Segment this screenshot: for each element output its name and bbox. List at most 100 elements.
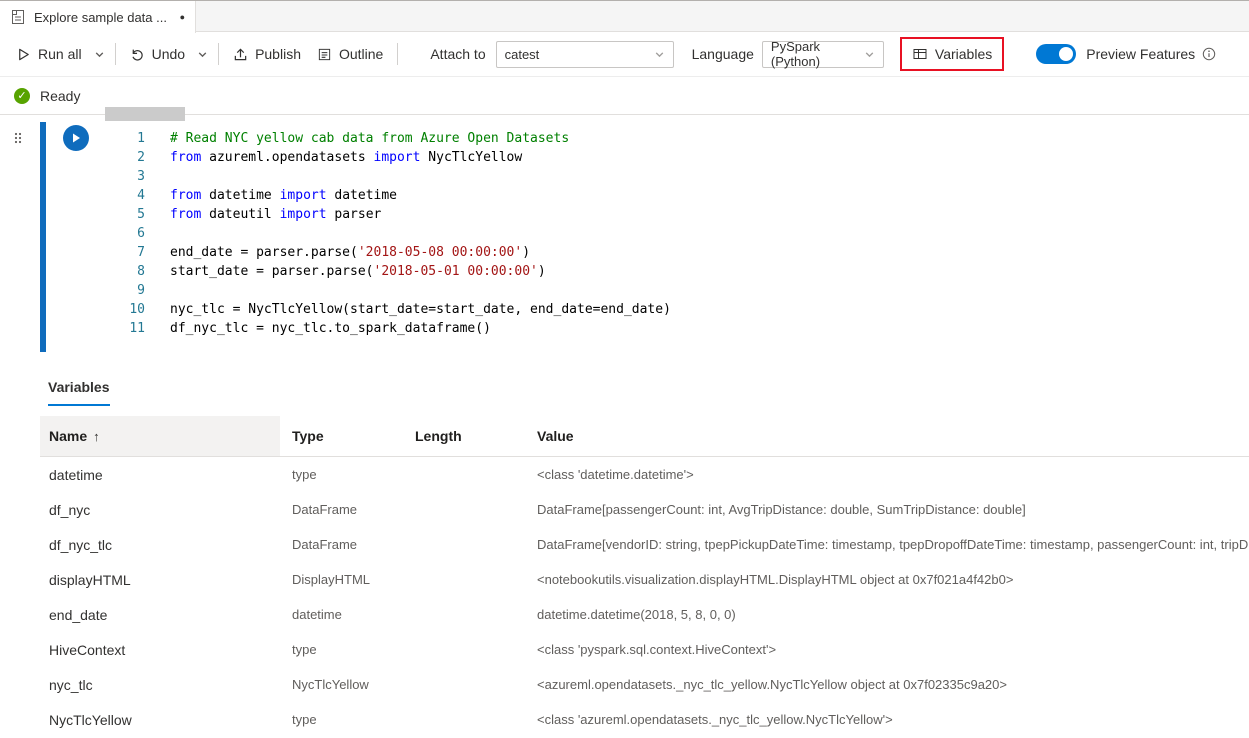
line-number: 9 xyxy=(46,281,170,300)
cell-type: type xyxy=(280,642,403,657)
toolbar-divider xyxy=(115,43,116,65)
tab-title: Explore sample data ... xyxy=(34,10,172,25)
cell-name: nyc_tlc xyxy=(40,677,280,693)
status-bar: ✓ Ready xyxy=(0,77,1249,115)
publish-icon xyxy=(233,47,248,62)
unsaved-changes-dot: ● xyxy=(180,13,185,22)
chevron-down-icon xyxy=(654,49,665,60)
code-lines[interactable]: 1# Read NYC yellow cab data from Azure O… xyxy=(46,122,1249,338)
code-line[interactable]: 10nyc_tlc = NycTlcYellow(start_date=star… xyxy=(46,300,1249,319)
run-cell-button[interactable] xyxy=(63,125,89,151)
code-cell[interactable]: 1# Read NYC yellow cab data from Azure O… xyxy=(0,122,1249,353)
chevron-down-icon xyxy=(864,49,875,60)
code-line[interactable]: 1# Read NYC yellow cab data from Azure O… xyxy=(46,129,1249,148)
cell-value: DataFrame[vendorID: string, tpepPickupDa… xyxy=(525,537,1249,552)
notebook-icon xyxy=(10,9,26,25)
code-line[interactable]: 2from azureml.opendatasets import NycTlc… xyxy=(46,148,1249,167)
code-text: start_date = parser.parse('2018-05-01 00… xyxy=(170,262,546,281)
table-row[interactable]: df_nycDataFrameDataFrame[passengerCount:… xyxy=(40,492,1249,527)
column-header-value[interactable]: Value xyxy=(525,416,1249,456)
code-line[interactable]: 11df_nyc_tlc = nyc_tlc.to_spark_datafram… xyxy=(46,319,1249,338)
attach-to-value: catest xyxy=(505,47,540,62)
variables-table-body: datetimetype<class 'datetime.datetime'>d… xyxy=(40,457,1249,737)
attach-to-select[interactable]: catest xyxy=(496,41,674,68)
code-line[interactable]: 7end_date = parser.parse('2018-05-08 00:… xyxy=(46,243,1249,262)
variables-panel-tab[interactable]: Variables xyxy=(48,379,110,406)
cell-type: datetime xyxy=(280,607,403,622)
column-header-length[interactable]: Length xyxy=(403,416,525,456)
undo-dropdown-button[interactable] xyxy=(193,43,212,66)
code-line[interactable]: 5from dateutil import parser xyxy=(46,205,1249,224)
cell-name: displayHTML xyxy=(40,572,280,588)
run-all-button[interactable]: Run all xyxy=(8,40,90,68)
table-row[interactable]: displayHTMLDisplayHTML<notebookutils.vis… xyxy=(40,562,1249,597)
column-header-name-label: Name xyxy=(49,428,87,444)
code-text: df_nyc_tlc = nyc_tlc.to_spark_dataframe(… xyxy=(170,319,491,338)
code-line[interactable]: 3 xyxy=(46,167,1249,186)
cell-name: NycTlcYellow xyxy=(40,712,280,728)
outline-button[interactable]: Outline xyxy=(309,40,391,68)
cell-value: <class 'datetime.datetime'> xyxy=(525,467,1249,482)
variables-button[interactable]: Variables xyxy=(904,40,1000,68)
code-text: from datetime import datetime xyxy=(170,186,397,205)
run-all-dropdown-button[interactable] xyxy=(90,43,109,66)
line-number: 6 xyxy=(46,224,170,243)
cell-name: HiveContext xyxy=(40,642,280,658)
table-row[interactable]: df_nyc_tlcDataFrame DataFrame[vendorID: s… xyxy=(40,527,1249,562)
column-header-name[interactable]: Name ↑ xyxy=(40,416,280,456)
line-number: 4 xyxy=(46,186,170,205)
cell-type: DataFrame xyxy=(280,502,403,517)
play-icon xyxy=(70,132,82,144)
cell-type: DataFrame xyxy=(280,537,403,552)
undo-button[interactable]: Undo xyxy=(122,40,193,68)
table-row[interactable]: datetimetype <class 'datetime.datetime'> xyxy=(40,457,1249,492)
sort-ascending-icon: ↑ xyxy=(93,429,100,444)
cell-type: type xyxy=(280,467,403,482)
table-row[interactable]: end_datedatetimedatetime.datetime(2018, … xyxy=(40,597,1249,632)
outline-icon xyxy=(317,47,332,62)
column-header-type[interactable]: Type xyxy=(280,416,403,456)
table-row[interactable]: nyc_tlcNycTlcYellow<azureml.opendatasets… xyxy=(40,667,1249,702)
publish-label: Publish xyxy=(255,46,301,62)
cell-name: df_nyc_tlc xyxy=(40,537,280,553)
variables-button-highlight: Variables xyxy=(900,37,1004,71)
cell-value: <azureml.opendatasets._nyc_tlc_yellow.Ny… xyxy=(525,677,1249,692)
code-text: from dateutil import parser xyxy=(170,205,381,224)
language-select[interactable]: PySpark (Python) xyxy=(762,41,884,68)
cell-value: <class 'pyspark.sql.context.HiveContext'… xyxy=(525,642,1249,657)
outline-label: Outline xyxy=(339,46,383,62)
cell-name: datetime xyxy=(40,467,280,483)
variables-icon xyxy=(912,46,928,62)
code-text xyxy=(170,224,178,243)
line-number: 3 xyxy=(46,167,170,186)
table-row[interactable]: HiveContexttype <class 'pyspark.sql.conte… xyxy=(40,632,1249,667)
code-text: end_date = parser.parse('2018-05-08 00:0… xyxy=(170,243,530,262)
toggle-knob xyxy=(1059,47,1073,61)
chevron-down-icon xyxy=(94,49,105,60)
language-value: PySpark (Python) xyxy=(771,39,864,69)
table-header-row: Name ↑ Type Length Value xyxy=(40,416,1249,457)
attach-to-label: Attach to xyxy=(430,46,485,62)
code-text xyxy=(170,281,178,300)
line-number: 8 xyxy=(46,262,170,281)
preview-features-toggle[interactable] xyxy=(1036,44,1076,64)
line-number: 10 xyxy=(46,300,170,319)
publish-button[interactable]: Publish xyxy=(225,40,309,68)
code-line[interactable]: 6 xyxy=(46,224,1249,243)
preview-features-label: Preview Features xyxy=(1086,46,1195,62)
cell-value: datetime.datetime(2018, 5, 8, 0, 0) xyxy=(525,607,1249,622)
language-label: Language xyxy=(692,46,754,62)
code-line[interactable]: 8start_date = parser.parse('2018-05-01 0… xyxy=(46,262,1249,281)
code-text xyxy=(170,167,178,186)
line-number: 11 xyxy=(46,319,170,338)
code-line[interactable]: 4from datetime import datetime xyxy=(46,186,1249,205)
cell-value: <class 'azureml.opendatasets._nyc_tlc_ye… xyxy=(525,712,1249,727)
table-row[interactable]: NycTlcYellowtype<class 'azureml.opendata… xyxy=(40,702,1249,737)
drag-handle-icon[interactable] xyxy=(13,131,23,147)
notebook-tab[interactable]: Explore sample data ... ● xyxy=(0,1,196,33)
info-icon[interactable] xyxy=(1202,47,1216,61)
toolbar-divider xyxy=(397,43,398,65)
code-line[interactable]: 9 xyxy=(46,281,1249,300)
cell-value: <notebookutils.visualization.displayHTML… xyxy=(525,572,1249,587)
variables-panel: Variables Name ↑ Type Length Value datet… xyxy=(0,379,1249,737)
